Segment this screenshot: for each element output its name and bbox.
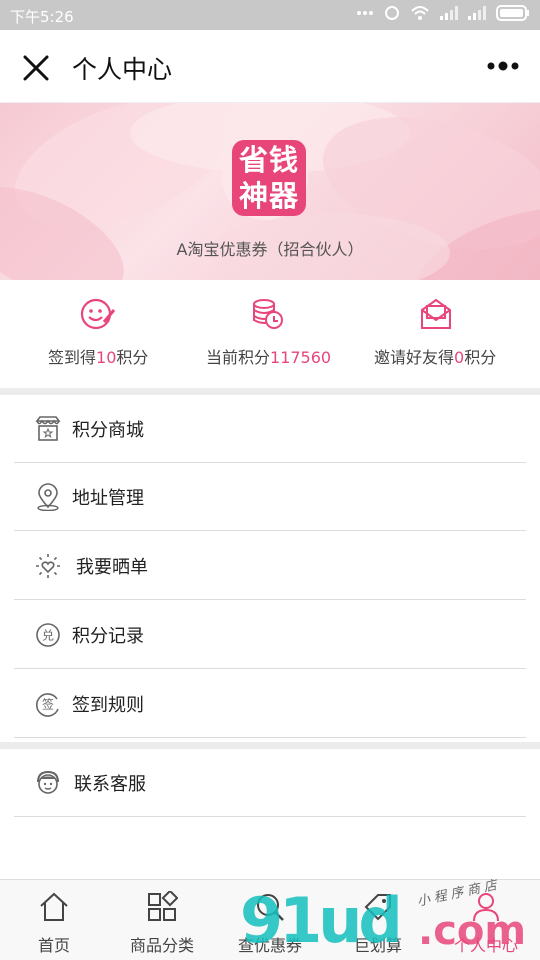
stat-invite[interactable]: 邀请好友得0积分 — [360, 280, 540, 390]
tab-label: 个人中心 — [453, 936, 518, 955]
status-bar: 下午5:26 — [0, 0, 540, 30]
store-icon — [35, 416, 61, 441]
logo-text-line2: 神器 — [238, 179, 299, 213]
menu-item-label: 签到规则 — [72, 695, 144, 716]
section-divider — [0, 388, 540, 395]
status-icons — [356, 5, 530, 21]
alarm-icon — [385, 6, 399, 20]
menu-item-label: 积分商城 — [72, 420, 144, 441]
coins-icon — [253, 299, 283, 329]
stat-prefix: 邀请好友得 — [374, 348, 455, 367]
menu-item-label: 联系客服 — [74, 774, 146, 795]
sign-in-smile-icon — [80, 298, 116, 330]
menu-item-label: 我要晒单 — [76, 557, 148, 578]
menu-item-sign-rules[interactable]: 签 签到规则 — [14, 670, 526, 738]
sun-heart-icon — [36, 554, 60, 578]
tab-label: 查优惠券 — [237, 936, 302, 955]
svg-text:签: 签 — [42, 697, 54, 712]
bottom-tab-bar: 首页 商品分类 查优惠券 巨划算 个人中心 — [0, 879, 540, 960]
status-time: 下午5:26 — [10, 8, 74, 26]
stat-value: 0 — [454, 348, 465, 367]
tab-deals[interactable]: 巨划算 — [324, 880, 432, 960]
signal-icon-2 — [468, 6, 486, 20]
battery-icon — [496, 5, 529, 21]
stats-row: 签到得10积分 当前积分117560 邀请好友得0积分 — [0, 280, 540, 390]
sign-rule-icon: 签 — [36, 693, 59, 717]
category-icon — [148, 891, 178, 921]
more-dots-icon — [357, 11, 373, 15]
section-divider-2 — [0, 742, 540, 749]
title-bar: 个人中心 — [0, 30, 540, 103]
home-icon — [40, 892, 68, 921]
stat-points[interactable]: 当前积分117560 — [180, 280, 360, 390]
shop-name: A淘宝优惠券（招合伙人） — [176, 240, 364, 259]
menu-item-points-record[interactable]: 兑 积分记录 — [14, 601, 526, 669]
stat-invite-label: 邀请好友得0积分 — [374, 344, 496, 368]
stat-sign-in[interactable]: 签到得10积分 — [0, 280, 180, 390]
menu-item-share-order[interactable]: 我要晒单 — [14, 532, 526, 600]
tag-icon — [364, 894, 391, 921]
customer-service-icon — [37, 770, 59, 794]
stat-suffix: 积分 — [116, 348, 149, 367]
tab-label: 首页 — [37, 936, 70, 955]
stat-suffix: 积分 — [464, 348, 497, 367]
menu-item-label: 积分记录 — [72, 626, 144, 647]
stat-prefix: 当前积分 — [206, 348, 271, 367]
close-icon[interactable] — [22, 54, 50, 82]
tab-label: 巨划算 — [353, 936, 402, 955]
menu-item-address[interactable]: 地址管理 — [14, 463, 526, 531]
stat-sign-in-label: 签到得10积分 — [48, 344, 148, 368]
user-icon — [473, 893, 499, 922]
menu-item-customer-service[interactable]: 联系客服 — [14, 749, 526, 817]
envelope-icon — [421, 298, 451, 329]
signal-icon — [440, 6, 458, 20]
tab-home[interactable]: 首页 — [0, 880, 108, 960]
menu-item-points-mall[interactable]: 积分商城 — [14, 395, 526, 463]
tab-search-coupon[interactable]: 查优惠券 — [216, 880, 324, 960]
tab-category[interactable]: 商品分类 — [108, 880, 216, 960]
app-logo: 省钱 神器 — [232, 140, 306, 216]
tab-profile[interactable]: 个人中心 — [432, 880, 540, 960]
page-title: 个人中心 — [72, 55, 173, 84]
stat-value: 10 — [96, 348, 117, 367]
more-options-icon[interactable] — [486, 58, 520, 74]
location-pin-icon — [37, 483, 59, 511]
search-icon — [257, 894, 284, 921]
exchange-icon: 兑 — [36, 623, 60, 647]
menu-item-label: 地址管理 — [72, 488, 144, 509]
stat-value: 117560 — [270, 348, 332, 367]
svg-text:兑: 兑 — [42, 629, 54, 643]
wifi-icon — [411, 6, 429, 20]
stat-points-label: 当前积分117560 — [206, 344, 331, 368]
tab-label: 商品分类 — [129, 936, 194, 955]
stat-prefix: 签到得 — [48, 348, 97, 367]
logo-text-line1: 省钱 — [238, 143, 299, 177]
